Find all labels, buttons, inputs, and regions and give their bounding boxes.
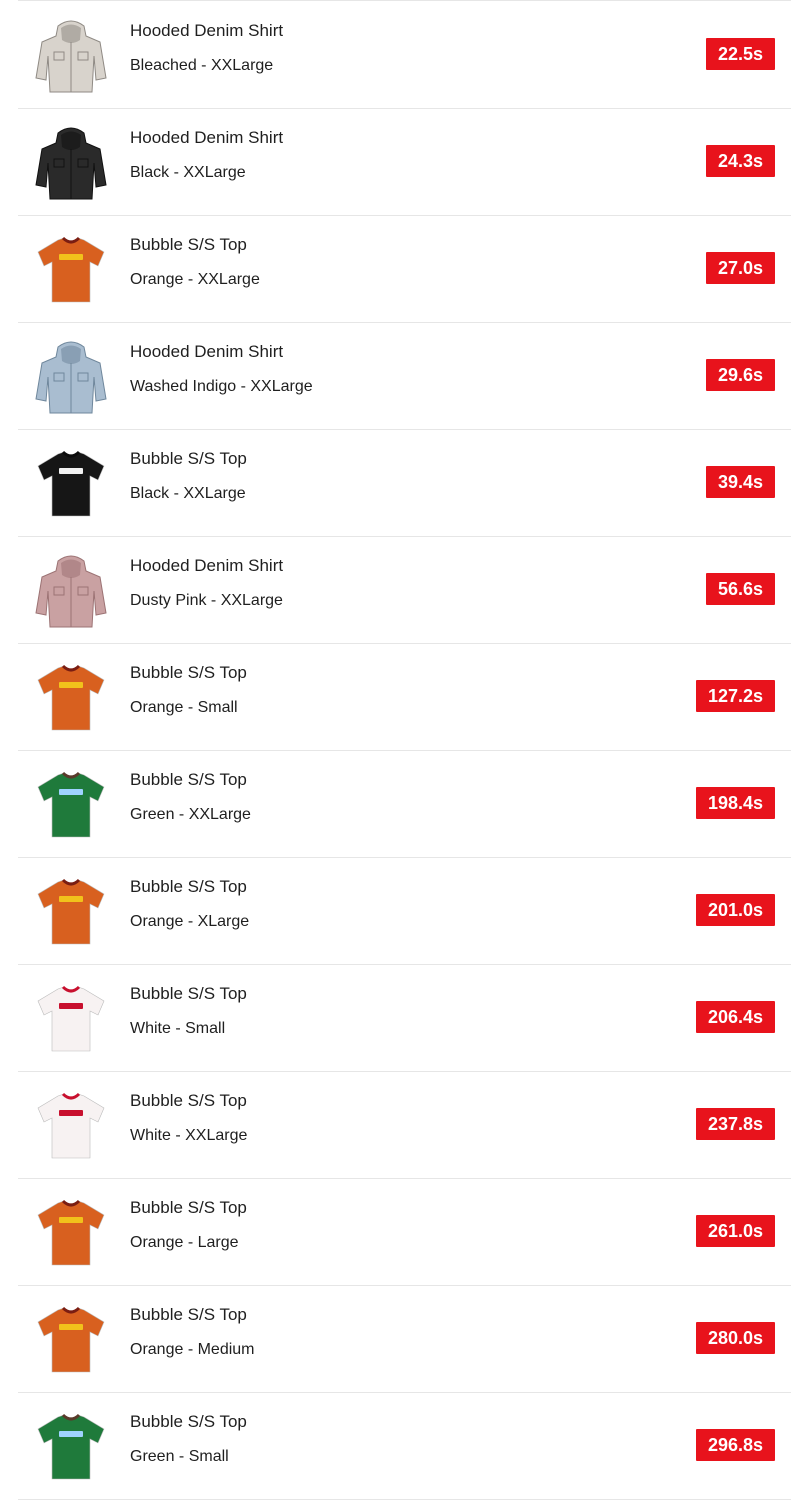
list-item[interactable]: Bubble S/S Top White - XXLarge 237.8s — [18, 1072, 791, 1179]
list-item[interactable]: Bubble S/S Top Green - Small 296.8s — [18, 1393, 791, 1500]
tee-shirt-image[interactable] — [34, 1086, 108, 1164]
list-item[interactable]: Bubble S/S Top Orange - Small 127.2s — [18, 644, 791, 751]
list-item[interactable]: Bubble S/S Top Green - XXLarge 198.4s — [18, 751, 791, 858]
product-name: Bubble S/S Top — [130, 1091, 247, 1110]
tee-shirt-image[interactable] — [34, 979, 108, 1057]
product-name: Hooded Denim Shirt — [130, 128, 284, 147]
product-variant: Orange - Medium — [130, 1341, 255, 1358]
time-badge: 24.3s — [705, 145, 775, 177]
product-variant: Orange - XXLarge — [130, 271, 260, 288]
product-variant: Green - XXLarge — [130, 806, 251, 823]
time-badge: 29.6s — [705, 359, 775, 391]
list-item[interactable]: Bubble S/S Top White - Small 206.4s — [18, 965, 791, 1072]
product-name: Bubble S/S Top — [130, 770, 247, 789]
list-item[interactable]: Hooded Denim Shirt Washed Indigo - XXLar… — [18, 323, 791, 430]
list-item[interactable]: Bubble S/S Top Black - XXLarge 39.4s — [18, 430, 791, 537]
product-variant: Black - XXLarge — [130, 164, 246, 181]
time-badge: 56.6s — [705, 573, 775, 605]
time-badge: 280.0s — [695, 1322, 775, 1354]
time-badge: 127.2s — [695, 680, 775, 712]
tee-shirt-image[interactable] — [34, 765, 108, 843]
time-badge: 27.0s — [705, 252, 775, 284]
list-item[interactable]: Bubble S/S Top Orange - Large 261.0s — [18, 1179, 791, 1286]
time-badge: 22.5s — [705, 38, 775, 70]
time-badge: 201.0s — [695, 894, 775, 926]
hooded-shirt-image[interactable] — [34, 16, 108, 94]
product-name: Bubble S/S Top — [130, 877, 247, 896]
list-item[interactable]: Bubble S/S Top Orange - Medium 280.0s — [18, 1286, 791, 1393]
time-badge: 206.4s — [695, 1001, 775, 1033]
tee-shirt-image[interactable] — [34, 1300, 108, 1378]
product-variant: Orange - Small — [130, 699, 238, 716]
tee-shirt-image[interactable] — [34, 658, 108, 736]
product-variant: Black - XXLarge — [130, 485, 246, 502]
list-item[interactable]: Hooded Denim Shirt Dusty Pink - XXLarge … — [18, 537, 791, 644]
time-badge: 261.0s — [695, 1215, 775, 1247]
product-variant: White - Small — [130, 1020, 226, 1037]
list-item[interactable]: Hooded Denim Shirt Black - XXLarge 24.3s — [18, 109, 791, 216]
product-variant: Dusty Pink - XXLarge — [130, 592, 283, 609]
product-name: Bubble S/S Top — [130, 1198, 247, 1217]
time-badge: 39.4s — [705, 466, 775, 498]
product-name: Bubble S/S Top — [130, 1412, 247, 1431]
tee-shirt-image[interactable] — [34, 1193, 108, 1271]
tee-shirt-image[interactable] — [34, 1407, 108, 1485]
product-variant: Orange - XLarge — [130, 913, 250, 930]
product-name: Bubble S/S Top — [130, 984, 247, 1003]
product-variant: Green - Small — [130, 1448, 229, 1465]
product-name: Bubble S/S Top — [130, 1305, 247, 1324]
product-variant: Orange - Large — [130, 1234, 239, 1251]
list-item[interactable]: Bubble S/S Top Orange - XLarge 201.0s — [18, 858, 791, 965]
hooded-shirt-image[interactable] — [34, 123, 108, 201]
product-name: Hooded Denim Shirt — [130, 556, 284, 575]
product-name: Bubble S/S Top — [130, 235, 247, 254]
product-variant: Washed Indigo - XXLarge — [130, 378, 313, 395]
time-badge: 296.8s — [695, 1429, 775, 1461]
hooded-shirt-image[interactable] — [34, 337, 108, 415]
product-name: Hooded Denim Shirt — [130, 342, 284, 361]
product-variant: White - XXLarge — [130, 1127, 248, 1144]
time-badge: 237.8s — [695, 1108, 775, 1140]
product-name: Bubble S/S Top — [130, 663, 247, 682]
product-list: Hooded Denim Shirt Bleached - XXLarge 22… — [18, 0, 791, 1500]
product-name: Bubble S/S Top — [130, 449, 247, 468]
tee-shirt-image[interactable] — [34, 230, 108, 308]
product-variant: Bleached - XXLarge — [130, 57, 274, 74]
list-item[interactable]: Bubble S/S Top Orange - XXLarge 27.0s — [18, 216, 791, 323]
list-item[interactable]: Hooded Denim Shirt Bleached - XXLarge 22… — [18, 2, 791, 109]
product-name: Hooded Denim Shirt — [130, 21, 284, 40]
hooded-shirt-image[interactable] — [34, 551, 108, 629]
tee-shirt-image[interactable] — [34, 444, 108, 522]
time-badge: 198.4s — [695, 787, 775, 819]
tee-shirt-image[interactable] — [34, 872, 108, 950]
